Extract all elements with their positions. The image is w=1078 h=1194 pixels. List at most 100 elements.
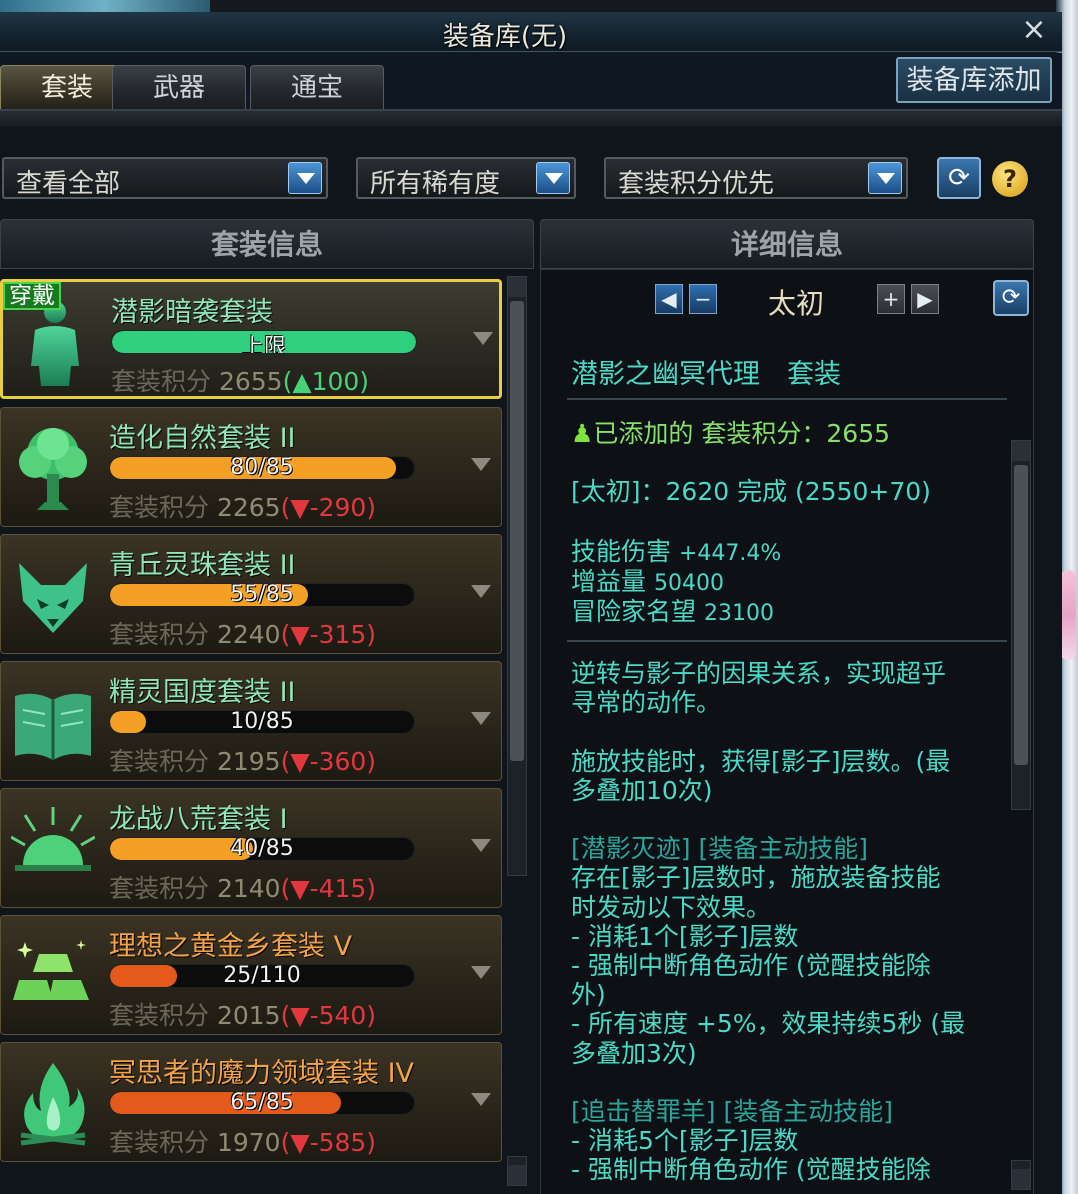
set-card[interactable]: 冥思者的魔力领域套装 IV 65/85 套装积分 1970(▼-585) bbox=[0, 1042, 502, 1162]
book-icon bbox=[11, 676, 95, 768]
game-window: 装备库(无) × 套装 武器 通宝 装备库添加 查看全部 所有稀有度 套装积分优… bbox=[0, 0, 1078, 1194]
description-line: 多叠加10次) bbox=[571, 775, 713, 805]
set-progress-bar: 上限 bbox=[111, 330, 417, 354]
detail-body: 潜影之幽冥代理 套装 ♟已添加的 套装积分：2655 [太初]：2620 完成 … bbox=[541, 332, 1011, 1192]
scroll-up-button[interactable] bbox=[1012, 441, 1030, 461]
score-delta: (▼-360) bbox=[280, 747, 377, 776]
set-score: 套装积分 2265(▼-290) bbox=[109, 488, 376, 524]
prev-level-button[interactable]: − bbox=[689, 284, 717, 314]
flame-icon bbox=[11, 1057, 95, 1149]
scroll-up-button[interactable] bbox=[508, 277, 526, 297]
window-title: 装备库(无) bbox=[442, 22, 568, 52]
score-value: 2240 bbox=[216, 620, 281, 649]
set-name: 冥思者的魔力领域套装 IV bbox=[109, 1058, 415, 1089]
stat-value: 23100 bbox=[703, 601, 774, 626]
chevron-down-icon[interactable] bbox=[471, 839, 491, 852]
set-heading: 潜影之幽冥代理 套装 bbox=[571, 359, 841, 390]
set-name: 造化自然套装 II bbox=[109, 423, 296, 454]
score-label: 套装积分 bbox=[109, 747, 210, 776]
score-label: 套装积分 bbox=[109, 1128, 210, 1157]
set-score: 套装积分 2195(▼-360) bbox=[109, 742, 376, 778]
description-line: - 强制中断角色动作 (觉醒技能除 bbox=[571, 1155, 931, 1185]
progress-text: 40/85 bbox=[230, 837, 294, 861]
score-label: 套装积分 bbox=[109, 620, 210, 649]
score-value: 2140 bbox=[216, 874, 281, 903]
chevron-down-icon[interactable] bbox=[471, 1093, 491, 1106]
set-progress-bar: 65/85 bbox=[109, 1091, 415, 1115]
chevron-down-icon[interactable] bbox=[473, 332, 493, 345]
set-progress-bar: 25/110 bbox=[109, 964, 415, 988]
progress-text: 10/85 bbox=[230, 710, 294, 734]
stat-line: 冒险家名望 23100 bbox=[571, 592, 774, 628]
description-line: 多叠加3次) bbox=[571, 1038, 697, 1068]
level-name: 太初 bbox=[767, 287, 824, 320]
progress-text: 55/85 bbox=[230, 583, 294, 607]
last-level-button[interactable]: ▶ bbox=[911, 284, 939, 314]
chevron-down-icon[interactable] bbox=[471, 458, 491, 471]
chevron-down-icon bbox=[868, 162, 902, 194]
score-value: 2195 bbox=[216, 747, 281, 776]
view-filter-dropdown[interactable]: 查看全部 bbox=[2, 157, 328, 199]
first-level-button[interactable]: ◀ bbox=[655, 284, 683, 314]
detail-refresh-button[interactable]: ⟳ bbox=[993, 280, 1029, 316]
help-button[interactable]: ? bbox=[992, 161, 1028, 197]
set-card[interactable]: 穿戴 潜影暗袭套装 上限 套装积分 2655(▲100) bbox=[0, 279, 502, 399]
detail-scrollbar[interactable] bbox=[1011, 440, 1031, 810]
score-delta: (▼-315) bbox=[280, 620, 377, 649]
tab-tongbao[interactable]: 通宝 bbox=[250, 65, 384, 109]
rarity-filter-value: 所有稀有度 bbox=[370, 169, 501, 199]
set-progress-bar: 55/85 bbox=[109, 583, 415, 607]
fox-icon bbox=[11, 549, 95, 641]
chevron-down-icon[interactable] bbox=[471, 585, 491, 598]
scroll-down-button[interactable] bbox=[1012, 1169, 1030, 1189]
add-to-library-button[interactable]: 装备库添加 bbox=[896, 57, 1052, 103]
scrollbar-thumb[interactable] bbox=[510, 301, 524, 761]
score-label: 套装积分 bbox=[109, 493, 210, 522]
added-label: 已添加的 bbox=[593, 419, 694, 448]
set-list-scrollbar[interactable] bbox=[507, 276, 527, 876]
set-card[interactable]: 龙战八荒套装 I 40/85 套装积分 2140(▼-415) bbox=[0, 788, 502, 908]
set-card[interactable]: 理想之黄金乡套装 V 25/110 套装积分 2015(▼-540) bbox=[0, 915, 502, 1035]
refresh-button[interactable]: ⟳ bbox=[937, 157, 981, 199]
detail-info-header: 详细信息 bbox=[540, 219, 1034, 269]
close-button[interactable]: × bbox=[1018, 14, 1050, 46]
progress-text: 25/110 bbox=[223, 964, 301, 988]
progress-text: 上限 bbox=[241, 335, 286, 354]
background-ornament bbox=[1060, 570, 1076, 660]
rarity-filter-dropdown[interactable]: 所有稀有度 bbox=[356, 157, 576, 199]
score-value: 2015 bbox=[216, 1001, 281, 1030]
level-navigator: ◀ − 太初 + ▶ ⟳ bbox=[541, 280, 1035, 324]
set-name: 理想之黄金乡套装 V bbox=[109, 931, 353, 962]
scrollbar-thumb[interactable] bbox=[1014, 465, 1028, 765]
tab-bar: 套装 武器 通宝 装备库添加 bbox=[0, 53, 1062, 109]
sort-dropdown[interactable]: 套装积分优先 bbox=[604, 157, 908, 199]
next-level-button[interactable]: + bbox=[877, 284, 905, 314]
detail-scrollbar-bottom[interactable] bbox=[1011, 1160, 1031, 1190]
set-name: 精灵国度套装 II bbox=[109, 677, 296, 708]
chevron-down-icon bbox=[288, 162, 322, 194]
detail-panel: ◀ − 太初 + ▶ ⟳ 潜影之幽冥代理 套装 ♟已添加的 套装积分：2655 … bbox=[540, 269, 1034, 1194]
score-label: 套装积分 bbox=[109, 1001, 210, 1030]
score-label: 套装积分 bbox=[111, 367, 212, 396]
score-label: 套装积分 bbox=[109, 874, 210, 903]
added-score: 套装积分：2655 bbox=[701, 419, 891, 448]
set-card[interactable]: 造化自然套装 II 80/85 套装积分 2265(▼-290) bbox=[0, 407, 502, 527]
set-card[interactable]: 青丘灵珠套装 II 55/85 套装积分 2240(▼-315) bbox=[0, 534, 502, 654]
sunrise-icon bbox=[10, 803, 96, 895]
set-card[interactable]: 精灵国度套装 II 10/85 套装积分 2195(▼-360) bbox=[0, 661, 502, 781]
view-filter-value: 查看全部 bbox=[16, 169, 121, 199]
refresh-icon: ⟳ bbox=[948, 163, 970, 193]
set-progress-bar: 80/85 bbox=[109, 456, 415, 480]
set-list-scrollbar-bottom[interactable] bbox=[507, 1156, 527, 1186]
scroll-down-button[interactable] bbox=[508, 1165, 526, 1185]
stat-label: 冒险家名望 bbox=[571, 597, 697, 626]
level-line: [太初]：2620 完成 (2550+70) bbox=[571, 477, 931, 506]
main-panel: 查看全部 所有稀有度 套装积分优先 ⟳ ? 套装信息 详细信息 穿戴 潜影暗袭套装… bbox=[0, 109, 1062, 1194]
set-score: 套装积分 1970(▼-585) bbox=[109, 1123, 376, 1159]
chevron-down-icon[interactable] bbox=[471, 966, 491, 979]
tab-weapons[interactable]: 武器 bbox=[112, 65, 246, 109]
chevron-down-icon[interactable] bbox=[471, 712, 491, 725]
set-name: 青丘灵珠套装 II bbox=[109, 550, 296, 581]
person-icon: ♟ bbox=[571, 419, 594, 448]
title-bar[interactable]: 装备库(无) × bbox=[0, 12, 1062, 52]
